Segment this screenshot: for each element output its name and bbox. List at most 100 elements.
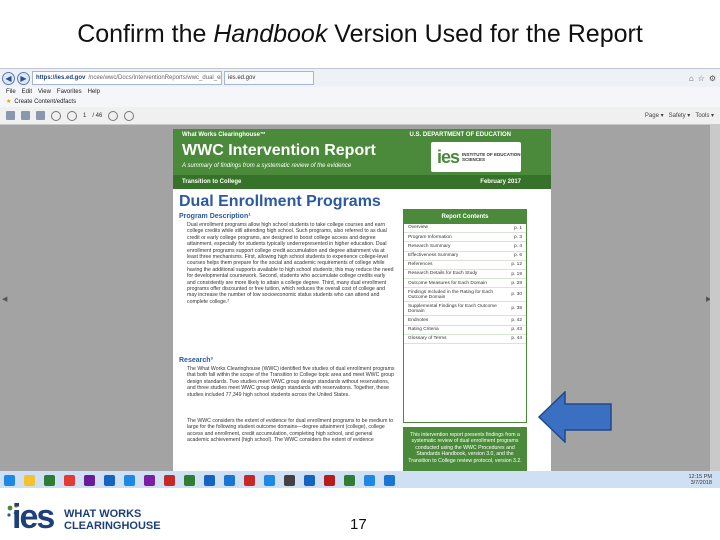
taskbar-app-icon[interactable] — [344, 474, 355, 486]
favorites-bar: ★ Create Content/edfacts — [0, 97, 720, 107]
contents-page: p. 44 — [511, 336, 522, 342]
scrollbar[interactable] — [710, 125, 720, 471]
favorites-link[interactable]: Create Content/edfacts — [14, 97, 76, 107]
ies-name: INSTITUTE OF EDUCATION SCIENCES — [462, 152, 521, 162]
contents-row[interactable]: Outcome Measures for Each Domain p. 28 — [404, 279, 526, 289]
report-contents: Report Contents Overview p. 1 Program Info… — [403, 209, 527, 423]
department-label: U.S. DEPARTMENT OF EDUCATION — [409, 132, 511, 138]
taskbar-app-icon[interactable] — [144, 474, 155, 486]
contents-row[interactable]: Findings Included in the Rating for Each… — [404, 288, 526, 303]
left-arrow-icon[interactable]: ◀ — [2, 295, 7, 303]
taskbar-app-icon[interactable] — [384, 474, 395, 486]
pdf-page: What Works Clearinghouse™ U.S. DEPARTMEN… — [173, 129, 551, 471]
menu-item-edit[interactable]: Edit — [22, 87, 32, 97]
menu-item-help[interactable]: Help — [88, 87, 100, 97]
taskbar-app-icon[interactable] — [64, 474, 75, 486]
mail-icon[interactable] — [36, 111, 45, 120]
menu-item-view[interactable]: View — [38, 87, 51, 97]
report-date: February 2017 — [480, 179, 521, 185]
print-icon[interactable] — [21, 111, 30, 120]
taskbar-app-icon[interactable] — [244, 474, 255, 486]
contents-row[interactable]: Research Summary p. 4 — [404, 242, 526, 252]
window-controls: ⌂ ☆ ⚙ — [689, 74, 720, 83]
contents-row[interactable]: Overview p. 1 — [404, 224, 526, 234]
contents-page: p. 42 — [511, 317, 522, 323]
contents-label: Overview — [408, 225, 428, 231]
taskbar-app-icon[interactable] — [184, 474, 195, 486]
contents-page: p. 28 — [511, 280, 522, 286]
taskbar-app-icon[interactable] — [164, 474, 175, 486]
taskbar-app-icon[interactable] — [24, 474, 35, 486]
browser-tab[interactable]: ies.ed.gov — [224, 71, 314, 85]
save-icon[interactable] — [6, 111, 15, 120]
command-bar: Page ▾ Safety ▾ Tools ▾ — [645, 112, 720, 119]
contents-row[interactable]: Program Information p. 3 — [404, 233, 526, 243]
report-note: This intervention report presents findin… — [403, 427, 527, 471]
taskbar-app-icon[interactable] — [84, 474, 95, 486]
contents-row[interactable]: Rating Criteria p. 43 — [404, 326, 526, 335]
taskbar-app-icon[interactable] — [284, 474, 295, 486]
contents-label: Glossary of Terms — [408, 336, 447, 342]
home-icon[interactable]: ⌂ — [689, 74, 694, 83]
program-heading: Program Description¹ — [179, 213, 251, 220]
contents-page: p. 38 — [511, 306, 522, 312]
left-arrow-callout — [538, 391, 612, 443]
menu-bar: File Edit View Favorites Help — [0, 87, 720, 97]
clock: 12:15 PM 3/7/2018 — [688, 474, 712, 486]
command-page[interactable]: Page ▾ — [645, 112, 664, 119]
taskbar-app-icon[interactable] — [364, 474, 375, 486]
taskbar-app-icon[interactable] — [44, 474, 55, 486]
contents-row[interactable]: References p. 12 — [404, 261, 526, 270]
page-number-field[interactable]: 1 — [83, 113, 86, 119]
contents-row[interactable]: Glossary of Terms p. 44 — [404, 335, 526, 344]
footer-logo-text: WHAT WORKS CLEARINGHOUSE — [64, 508, 161, 532]
contents-page: p. 30 — [511, 292, 522, 298]
contents-page: p. 6 — [513, 253, 522, 259]
taskbar-app-icon[interactable] — [204, 474, 215, 486]
contents-label: Outcome Measures for Each Domain — [408, 280, 487, 286]
pdf-viewer[interactable]: ◀ ▶ What Works Clearinghouse™ U.S. DEPAR… — [0, 125, 720, 471]
page-down-icon[interactable] — [67, 110, 77, 121]
contents-row[interactable]: Effectiveness Summary p. 6 — [404, 252, 526, 261]
contents-row[interactable]: Supplemental Findings for Each Outcome D… — [404, 302, 526, 317]
contents-page: p. 43 — [511, 327, 522, 333]
contents-page: p. 19 — [511, 271, 522, 277]
browser-window: ◀ ▶ https://ies.ed.gov/ncee/wwc/Docs/Int… — [0, 68, 720, 488]
command-safety[interactable]: Safety ▾ — [669, 112, 691, 119]
report-header-subtitle: A summary of findings from a systematic … — [182, 163, 352, 169]
url-input[interactable]: https://ies.ed.gov/ncee/wwc/Docs/Interve… — [32, 71, 222, 85]
taskbar: 12:15 PM 3/7/2018 — [0, 471, 720, 488]
zoom-in-icon[interactable] — [124, 110, 135, 121]
contents-page: p. 3 — [513, 234, 522, 240]
forward-icon[interactable]: ▶ — [17, 71, 30, 85]
slide-page-number: 17 — [350, 516, 367, 533]
taskbar-app-icon[interactable] — [124, 474, 135, 486]
back-icon[interactable]: ◀ — [2, 71, 15, 85]
command-tools[interactable]: Tools ▾ — [695, 112, 714, 119]
ies-badge: ies INSTITUTE OF EDUCATION SCIENCES — [431, 142, 521, 172]
page-up-icon[interactable] — [51, 110, 61, 121]
contents-label: Effectiveness Summary — [408, 253, 459, 259]
gear-icon[interactable]: ⚙ — [709, 74, 716, 83]
contents-label: Rating Criteria — [408, 326, 439, 332]
taskbar-app-icon[interactable] — [304, 474, 315, 486]
contents-label: Supplemental Findings for Each Outcome D… — [408, 303, 497, 314]
taskbar-app-icon[interactable] — [264, 474, 275, 486]
taskbar-app-icon[interactable] — [324, 474, 335, 486]
taskbar-app-icon[interactable] — [4, 474, 15, 486]
star-icon[interactable]: ☆ — [698, 74, 705, 83]
menu-item-favorites[interactable]: Favorites — [57, 87, 82, 97]
taskbar-app-icon[interactable] — [104, 474, 115, 486]
slide-title: Confirm the Handbook Version Used for th… — [77, 20, 643, 48]
taskbar-app-icon[interactable] — [224, 474, 235, 486]
contents-label: Program Information — [408, 234, 452, 240]
research-heading: Research³ — [179, 357, 213, 364]
zoom-out-icon[interactable] — [108, 110, 119, 121]
contents-label: Research Details for Each Study — [408, 271, 478, 277]
contents-page: p. 12 — [511, 262, 522, 268]
contents-label: References — [408, 262, 433, 268]
contents-row[interactable]: Endnotes p. 42 — [404, 316, 526, 326]
menu-item-file[interactable]: File — [6, 87, 16, 97]
research-text-2: The WWC considers the extent of evidence… — [187, 418, 394, 444]
contents-row[interactable]: Research Details for Each Study p. 19 — [404, 270, 526, 280]
